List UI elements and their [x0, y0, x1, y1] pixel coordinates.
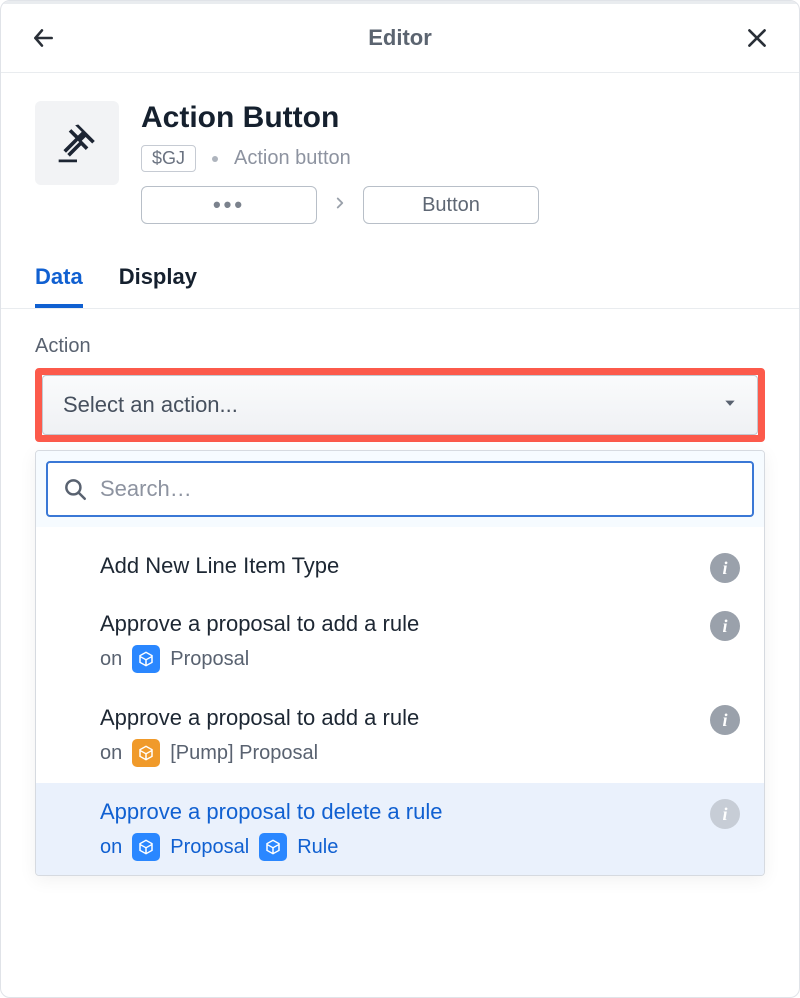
action-select[interactable]: Select an action... — [42, 375, 758, 435]
action-option-subline: onProposalRule — [100, 833, 740, 861]
info-icon[interactable]: i — [710, 705, 740, 735]
action-option-target: Proposal — [170, 836, 249, 859]
action-field-label: Action — [35, 335, 765, 358]
info-icon[interactable]: i — [710, 611, 740, 641]
info-icon[interactable]: i — [710, 799, 740, 829]
action-search-input[interactable] — [100, 476, 738, 502]
breadcrumb-last[interactable]: Button — [363, 186, 539, 224]
gavel-icon — [35, 101, 119, 185]
cube-icon — [259, 833, 287, 861]
action-option-title: Add New Line Item Type — [100, 553, 740, 579]
cube-icon — [132, 833, 160, 861]
info-icon[interactable]: i — [710, 553, 740, 583]
action-option-target: Rule — [297, 836, 338, 859]
tab-display[interactable]: Display — [119, 264, 197, 308]
cube-icon — [132, 645, 160, 673]
action-search[interactable] — [46, 461, 754, 517]
action-options-list: Add New Line Item TypeiApprove a proposa… — [36, 527, 764, 875]
action-option[interactable]: Approve a proposal to delete a ruleonPro… — [36, 783, 764, 875]
tabs: Data Display — [1, 238, 799, 309]
cube-icon — [132, 739, 160, 767]
action-option-title: Approve a proposal to delete a rule — [100, 799, 740, 825]
component-header: Action Button $GJ Action button ••• Butt… — [1, 73, 799, 238]
chevron-down-icon — [723, 396, 737, 415]
action-select-placeholder: Select an action... — [63, 392, 238, 418]
close-button[interactable] — [737, 18, 777, 58]
action-option-title: Approve a proposal to add a rule — [100, 705, 740, 731]
action-option[interactable]: Approve a proposal to add a rule onPropos… — [36, 595, 764, 687]
action-option[interactable]: Add New Line Item Typei — [36, 537, 764, 593]
chevron-right-icon — [331, 194, 349, 217]
action-option-target: [Pump] Proposal — [170, 742, 318, 765]
meta-bullet — [212, 156, 218, 162]
action-option-subline: onProposal — [100, 645, 740, 673]
breadcrumb: ••• Button — [141, 186, 765, 224]
action-option-subline: on[Pump] Proposal — [100, 739, 740, 767]
breadcrumb-ellipsis[interactable]: ••• — [141, 186, 317, 224]
action-option-title: Approve a proposal to add a rule — [100, 611, 740, 637]
back-button[interactable] — [23, 18, 63, 58]
action-option[interactable]: Approve a proposal to add a rule on[Pump]… — [36, 689, 764, 781]
editor-topbar: Editor — [1, 1, 799, 73]
close-icon — [744, 25, 770, 51]
action-dropdown: Add New Line Item TypeiApprove a proposa… — [35, 450, 765, 876]
component-type-label: Action button — [234, 147, 351, 170]
topbar-title: Editor — [368, 25, 432, 51]
component-token[interactable]: $GJ — [141, 145, 196, 172]
tab-data[interactable]: Data — [35, 264, 83, 308]
component-title: Action Button — [141, 101, 765, 135]
search-icon — [62, 476, 88, 502]
action-option-target: Proposal — [170, 648, 249, 671]
arrow-left-icon — [30, 25, 56, 51]
action-select-highlight: Select an action... — [35, 368, 765, 442]
